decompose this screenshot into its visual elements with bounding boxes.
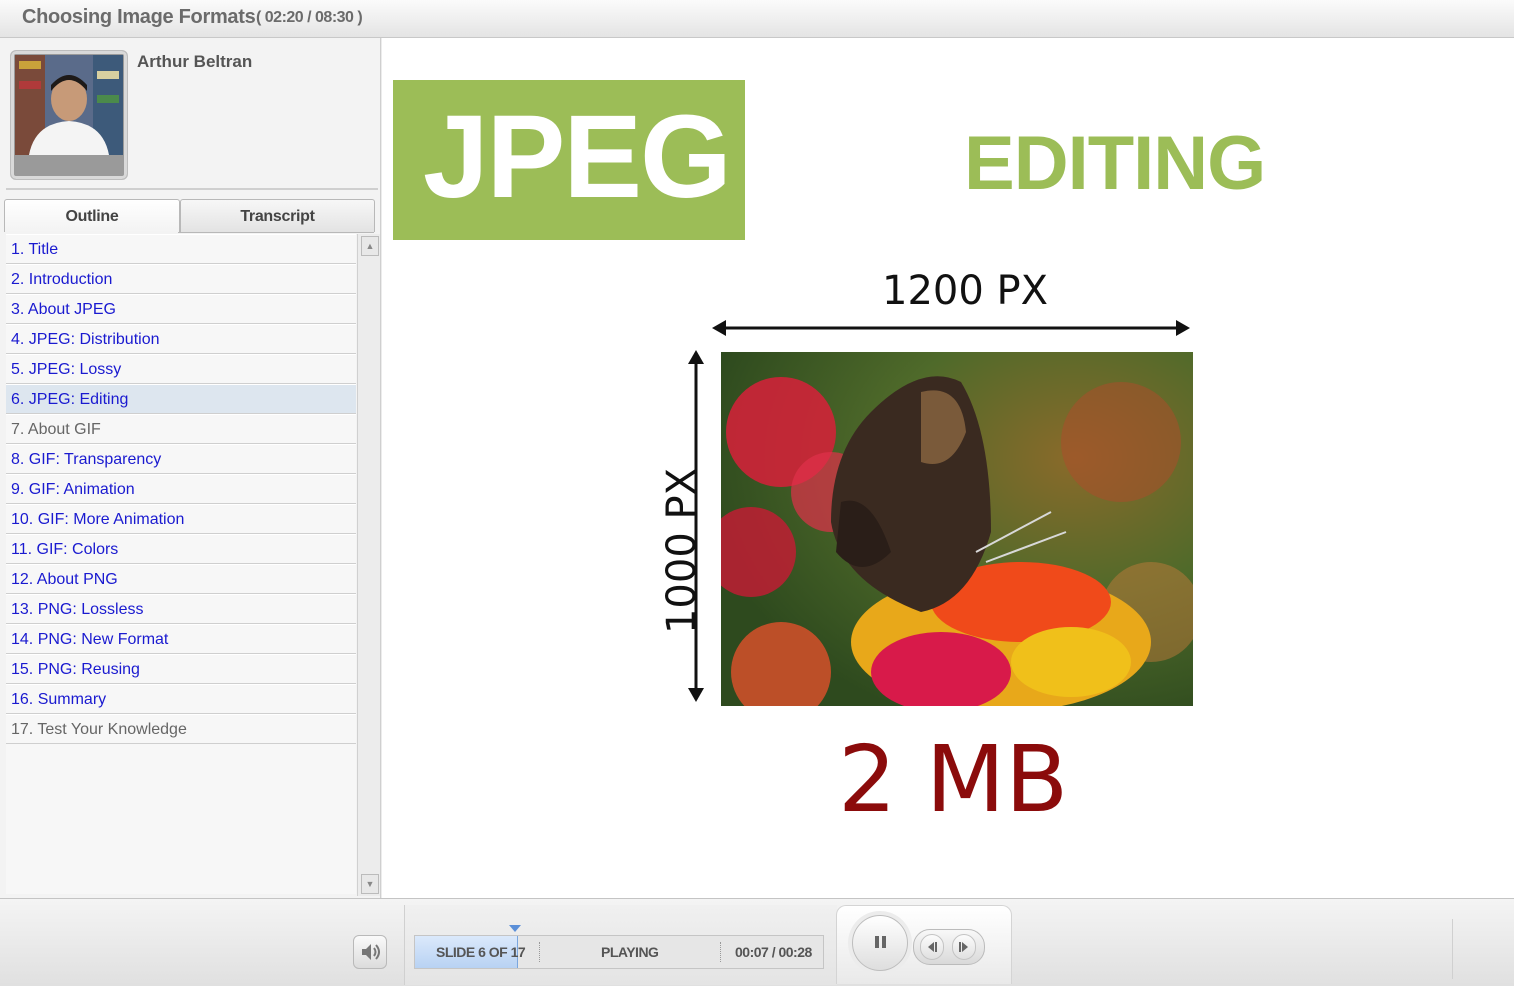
- seek-controls: [913, 929, 985, 965]
- playhead-marker[interactable]: [509, 925, 521, 932]
- outline-item-introduction[interactable]: 2. Introduction: [6, 264, 356, 294]
- divider: [1452, 919, 1453, 979]
- outline-scrollbar[interactable]: ▲ ▼: [357, 234, 380, 896]
- pause-icon: [875, 936, 886, 948]
- player-controls: SLIDE 6 OF 17 PLAYING 00:07 / 00:28: [0, 898, 1514, 986]
- outline-item-jpeg-lossy[interactable]: 5. JPEG: Lossy: [6, 354, 356, 384]
- previous-icon: [928, 942, 937, 952]
- slide-time: 00:07 / 00:28: [735, 944, 812, 960]
- outline-item-gif-animation[interactable]: 9. GIF: Animation: [6, 474, 356, 504]
- presenter-name: Arthur Beltran: [137, 52, 253, 71]
- slide-counter: SLIDE 6 OF 17: [436, 944, 526, 960]
- sidebar: Arthur Beltran Outline Transcript 1. Tit…: [0, 38, 381, 900]
- outline-item-summary[interactable]: 16. Summary: [6, 684, 356, 714]
- outline-item-test-your-knowledge[interactable]: 17. Test Your Knowledge: [6, 714, 356, 744]
- outline-item-jpeg-distribution[interactable]: 4. JPEG: Distribution: [6, 324, 356, 354]
- next-icon: [959, 942, 968, 952]
- scroll-up-icon[interactable]: ▲: [361, 236, 379, 256]
- outline-item-about-gif[interactable]: 7. About GIF: [6, 414, 356, 444]
- volume-button[interactable]: [353, 935, 387, 969]
- outline-item-png-lossless[interactable]: 13. PNG: Lossless: [6, 594, 356, 624]
- course-elapsed-time: ( 02:20 / 08:30 ): [256, 9, 363, 26]
- outline-item-gif-transparency[interactable]: 8. GIF: Transparency: [6, 444, 356, 474]
- divider: [539, 942, 541, 962]
- divider: [720, 942, 722, 962]
- outline-item-png-reusing[interactable]: 15. PNG: Reusing: [6, 654, 356, 684]
- file-size-label: 2 MB: [838, 726, 1069, 833]
- outline-list: 1. Title 2. Introduction 3. About JPEG 4…: [6, 234, 356, 894]
- slide-canvas: JPEG EDITING 1200 PX 1000 PX 2 MB: [382, 38, 1514, 898]
- divider: [178, 232, 374, 233]
- pause-button[interactable]: [852, 915, 908, 971]
- tab-transcript[interactable]: Transcript: [180, 199, 375, 232]
- presenter-photo: [10, 50, 128, 180]
- course-title: Choosing Image Formats: [22, 6, 256, 28]
- previous-slide-button[interactable]: [920, 934, 944, 960]
- divider: [6, 188, 378, 190]
- title-bar: Choosing Image Formats ( 02:20 / 08:30 ): [0, 0, 1514, 38]
- progress-bar[interactable]: SLIDE 6 OF 17 PLAYING 00:07 / 00:28: [414, 935, 824, 969]
- outline-item-png-new-format[interactable]: 14. PNG: New Format: [6, 624, 356, 654]
- playback-status: PLAYING: [601, 944, 659, 960]
- outline-item-title[interactable]: 1. Title: [6, 234, 356, 264]
- outline-item-about-png[interactable]: 12. About PNG: [6, 564, 356, 594]
- outline-item-jpeg-editing[interactable]: 6. JPEG: Editing: [6, 384, 356, 414]
- outline-item-gif-colors[interactable]: 11. GIF: Colors: [6, 534, 356, 564]
- outline-item-gif-more-animation[interactable]: 10. GIF: More Animation: [6, 504, 356, 534]
- outline-item-about-jpeg[interactable]: 3. About JPEG: [6, 294, 356, 324]
- butterfly-photo: [721, 352, 1193, 706]
- speaker-icon: [362, 944, 380, 960]
- tab-outline[interactable]: Outline: [4, 199, 180, 232]
- scroll-down-icon[interactable]: ▼: [361, 874, 379, 894]
- next-slide-button[interactable]: [952, 934, 976, 960]
